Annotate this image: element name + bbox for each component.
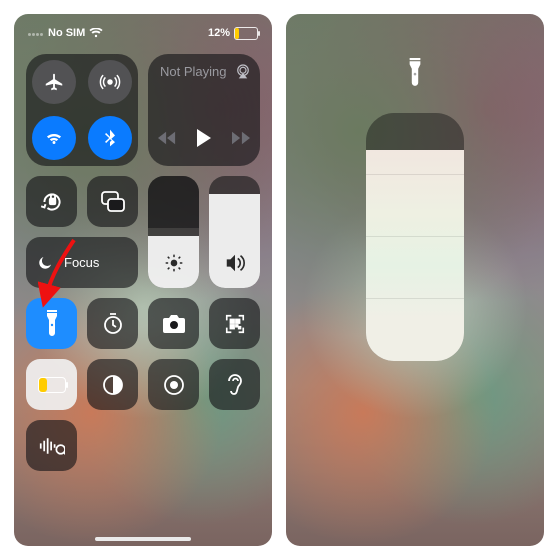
carrier-label: No SIM: [48, 27, 85, 39]
timer-button[interactable]: [87, 298, 138, 349]
focus-label: Focus: [64, 255, 99, 270]
home-indicator[interactable]: [95, 537, 191, 541]
battery-icon: [234, 27, 258, 40]
brightness-slider[interactable]: [148, 176, 199, 288]
flashlight-level-slider[interactable]: [366, 113, 464, 361]
qr-scanner-button[interactable]: [209, 298, 260, 349]
flashlight-button[interactable]: [26, 298, 77, 349]
hearing-button[interactable]: [209, 359, 260, 410]
brightness-icon: [148, 253, 199, 278]
orientation-lock-toggle[interactable]: [26, 176, 77, 227]
flashlight-level-screenshot: [286, 14, 544, 546]
connectivity-panel[interactable]: [26, 54, 138, 166]
signal-dots-icon: [28, 27, 44, 39]
control-center-screenshot: No SIM 12%: [14, 14, 272, 546]
camera-button[interactable]: [148, 298, 199, 349]
next-track-button[interactable]: [232, 131, 250, 150]
focus-button[interactable]: Focus: [26, 237, 138, 288]
music-recognition-button[interactable]: [26, 420, 77, 471]
wifi-toggle[interactable]: [32, 116, 76, 160]
low-power-mode-toggle[interactable]: [26, 359, 77, 410]
screen-record-button[interactable]: [148, 359, 199, 410]
low-power-icon: [38, 377, 66, 393]
media-panel[interactable]: Not Playing: [148, 54, 260, 166]
previous-track-button[interactable]: [158, 131, 176, 150]
airplane-mode-toggle[interactable]: [32, 60, 76, 104]
moon-icon: [36, 254, 54, 272]
wifi-status-icon: [89, 28, 103, 38]
bluetooth-toggle[interactable]: [88, 116, 132, 160]
volume-icon: [209, 253, 260, 278]
play-button[interactable]: [196, 129, 212, 152]
screen-mirroring-button[interactable]: [87, 176, 138, 227]
airplay-icon[interactable]: [234, 62, 252, 85]
volume-slider[interactable]: [209, 176, 260, 288]
cellular-data-toggle[interactable]: [88, 60, 132, 104]
dark-mode-toggle[interactable]: [87, 359, 138, 410]
flashlight-icon: [407, 58, 423, 93]
status-bar: No SIM 12%: [14, 14, 272, 50]
battery-percentage: 12%: [208, 27, 230, 39]
